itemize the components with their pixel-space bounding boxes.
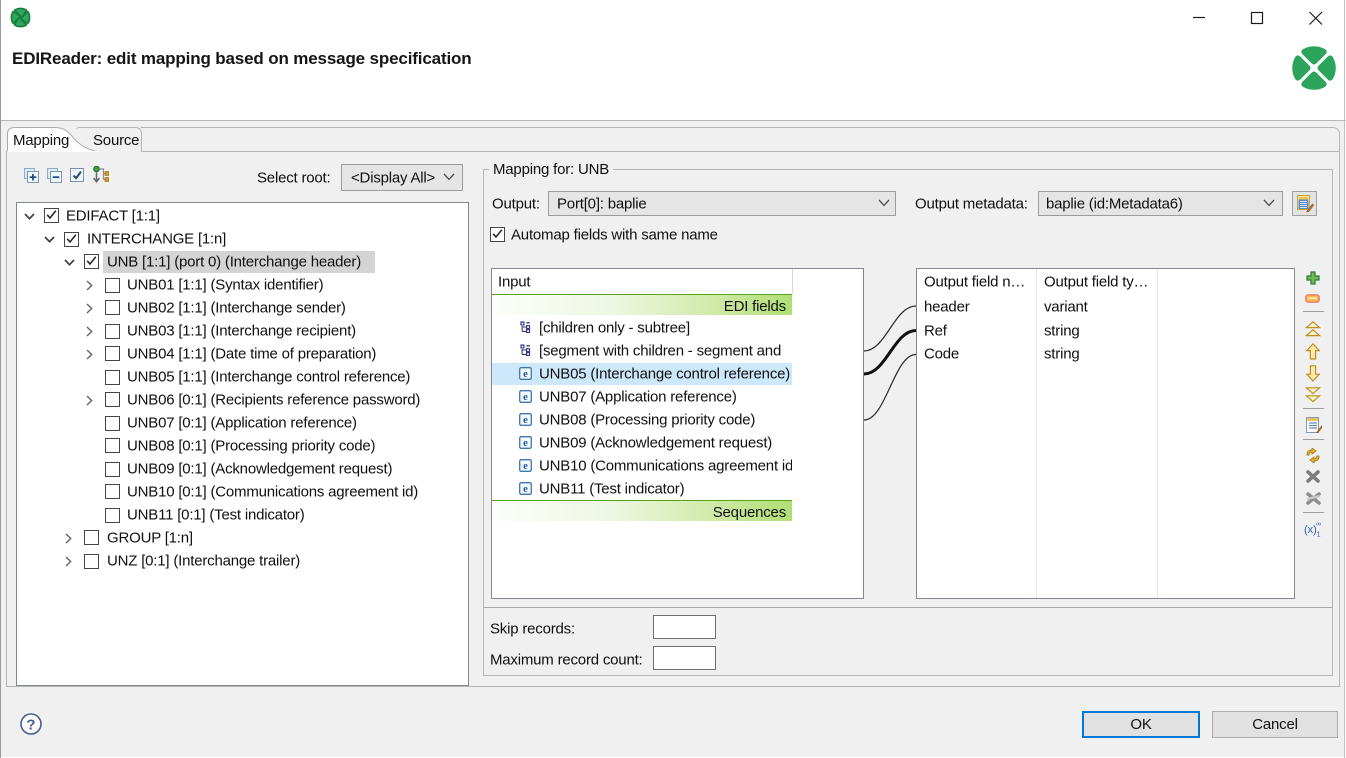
svg-text:e: e	[523, 461, 528, 472]
svg-text:(x): (x)	[1304, 524, 1317, 536]
svg-text:e: e	[523, 392, 528, 403]
svg-text:e: e	[523, 438, 528, 449]
svg-text:e: e	[523, 415, 528, 426]
svg-text:1: 1	[1317, 532, 1321, 537]
svg-text:e: e	[523, 369, 528, 380]
svg-text:∞: ∞	[1316, 521, 1321, 528]
svg-text:e: e	[523, 484, 528, 495]
svg-text:?: ?	[26, 717, 35, 734]
